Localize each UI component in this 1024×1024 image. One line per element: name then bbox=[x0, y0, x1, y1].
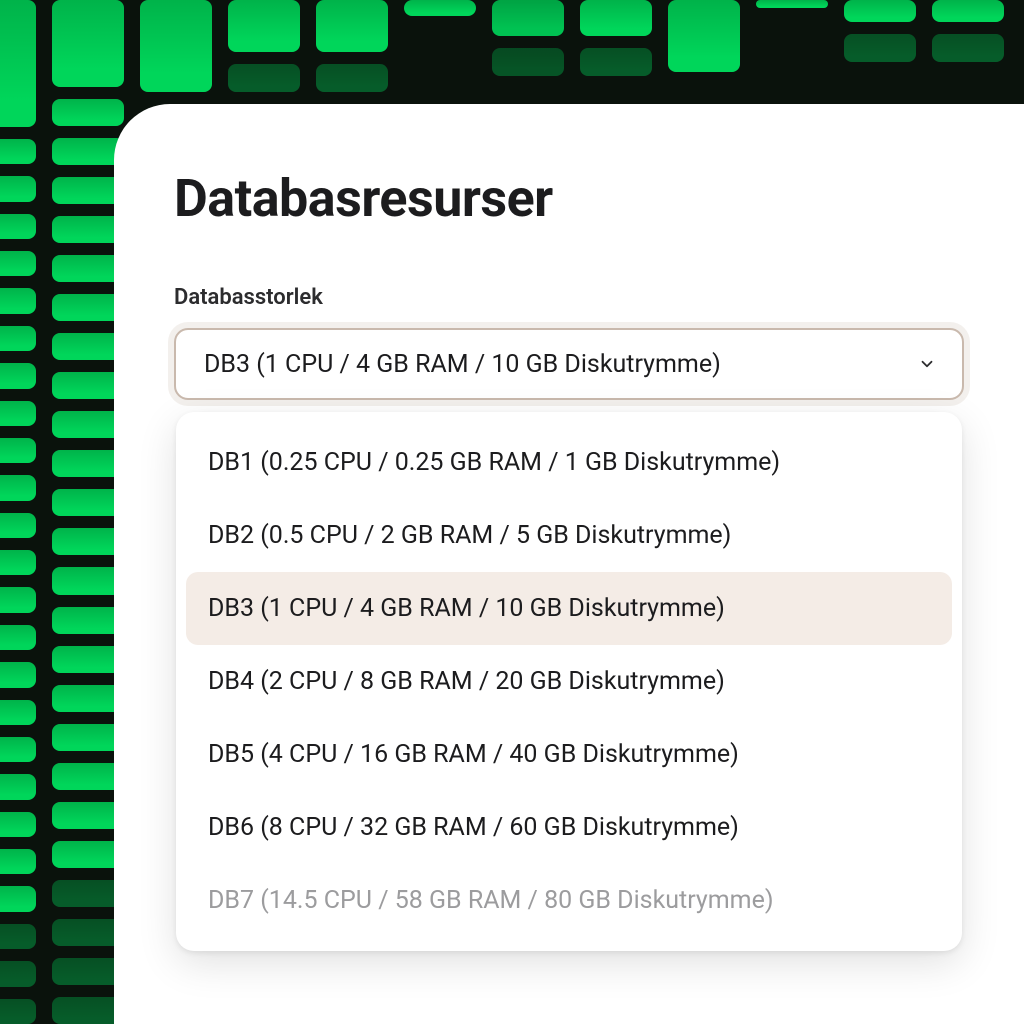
page-title: Databasresurser bbox=[174, 168, 964, 229]
option-db7: DB7 (14.5 CPU / 58 GB RAM / 80 GB Diskut… bbox=[186, 864, 952, 937]
option-db5[interactable]: DB5 (4 CPU / 16 GB RAM / 40 GB Diskutrym… bbox=[186, 718, 952, 791]
chevron-down-icon bbox=[918, 355, 936, 373]
database-size-label: Databasstorlek bbox=[174, 285, 964, 310]
option-db2[interactable]: DB2 (0.5 CPU / 2 GB RAM / 5 GB Diskutrym… bbox=[186, 499, 952, 572]
database-resources-panel: Databasresurser Databasstorlek DB3 (1 CP… bbox=[114, 104, 1024, 1024]
option-db4[interactable]: DB4 (2 CPU / 8 GB RAM / 20 GB Diskutrymm… bbox=[186, 645, 952, 718]
database-size-dropdown: DB1 (0.25 CPU / 0.25 GB RAM / 1 GB Disku… bbox=[176, 412, 962, 951]
select-value: DB3 (1 CPU / 4 GB RAM / 10 GB Diskutrymm… bbox=[204, 350, 721, 379]
database-size-field: Databasstorlek DB3 (1 CPU / 4 GB RAM / 1… bbox=[174, 285, 964, 400]
option-db3[interactable]: DB3 (1 CPU / 4 GB RAM / 10 GB Diskutrymm… bbox=[186, 572, 952, 645]
option-db1[interactable]: DB1 (0.25 CPU / 0.25 GB RAM / 1 GB Disku… bbox=[186, 426, 952, 499]
option-db6[interactable]: DB6 (8 CPU / 32 GB RAM / 60 GB Diskutrym… bbox=[186, 791, 952, 864]
database-size-select[interactable]: DB3 (1 CPU / 4 GB RAM / 10 GB Diskutrymm… bbox=[174, 328, 964, 400]
